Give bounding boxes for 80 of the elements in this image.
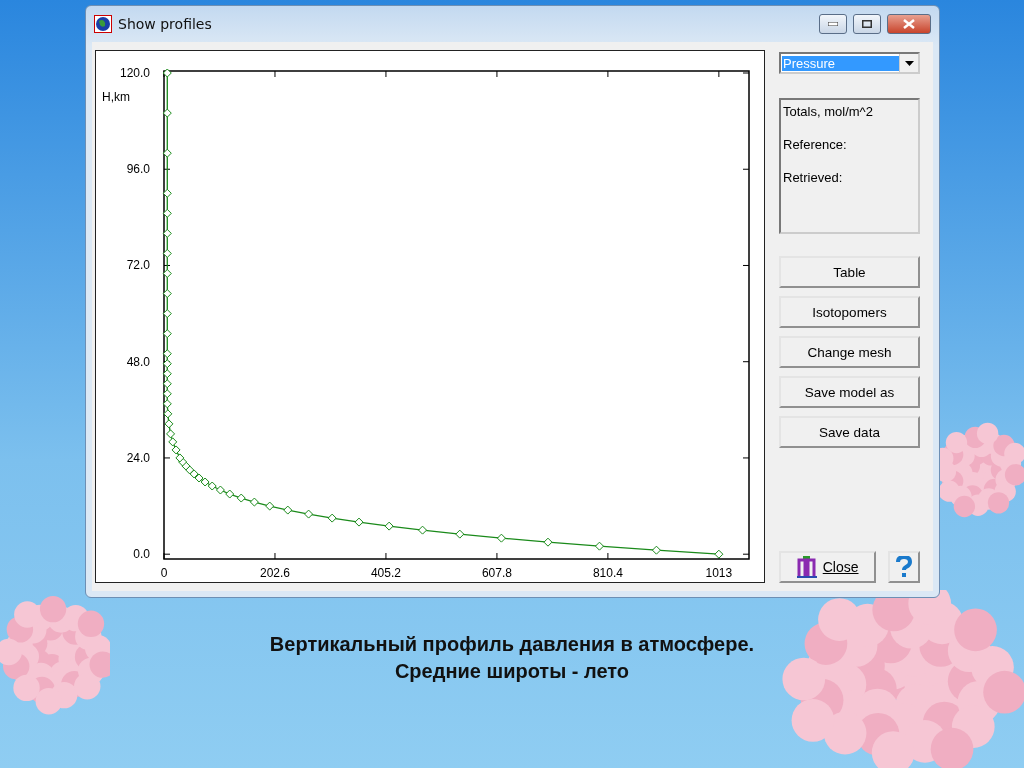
data-point-marker: [162, 269, 172, 278]
data-point-marker: [283, 505, 293, 515]
data-point-marker: [225, 489, 235, 499]
totals-line: Reference:: [783, 137, 848, 152]
help-button[interactable]: [888, 551, 920, 583]
data-point-marker: [384, 521, 394, 531]
data-point-marker: [166, 429, 176, 439]
y-axis-label: H,km: [102, 90, 130, 104]
data-point-marker: [162, 148, 172, 158]
data-point-marker: [185, 465, 195, 475]
data-point-marker: [594, 541, 604, 551]
data-point-marker: [162, 108, 172, 118]
data-point-marker: [304, 509, 314, 519]
totals-title: Totals, mol/m^2: [783, 104, 874, 119]
caption-line: Средние широты - лето: [394, 660, 630, 683]
minimize-button[interactable]: [819, 14, 847, 34]
data-point-marker: [162, 399, 172, 409]
data-point-marker: [164, 419, 174, 429]
data-point-marker: [162, 68, 172, 78]
data-point-marker: [249, 497, 259, 507]
data-point-marker: [162, 349, 172, 359]
data-point-marker: [200, 477, 210, 487]
action-button[interactable]: Isotopomers: [779, 296, 920, 328]
close-window-button[interactable]: [887, 14, 931, 34]
data-point-marker: [496, 533, 506, 543]
x-tick-label: 607.8: [481, 566, 512, 580]
data-point-marker: [327, 513, 337, 523]
data-point-marker: [162, 369, 172, 379]
data-point-marker: [207, 481, 217, 491]
maximize-icon: [862, 20, 872, 28]
data-point-marker: [175, 453, 185, 463]
data-point-marker: [455, 529, 465, 539]
action-button[interactable]: Change mesh: [779, 336, 920, 368]
y-tick-label: 96.0: [126, 162, 150, 177]
x-tick-label: 810.4: [592, 566, 623, 580]
data-point-marker: [163, 409, 173, 419]
data-point-marker: [168, 437, 178, 447]
data-point-marker: [162, 359, 172, 369]
data-point-marker: [162, 208, 172, 218]
action-button[interactable]: Save data: [779, 416, 920, 448]
x-tick-label: 405.2: [370, 566, 401, 580]
x-tick-label: 1013: [705, 566, 733, 580]
action-button[interactable]: Save model as: [779, 376, 920, 408]
action-button[interactable]: Table: [779, 256, 920, 288]
data-point-marker: [162, 309, 172, 319]
y-tick-label: 48.0: [126, 354, 150, 369]
x-tick-label: 0: [160, 566, 168, 580]
close-icon: [903, 19, 915, 29]
dropdown-arrow-icon: [904, 60, 914, 66]
data-point-marker: [162, 188, 172, 198]
totals-line: Retrieved:: [783, 170, 844, 185]
minimize-icon: [828, 22, 838, 26]
y-tick-label: 120.0: [119, 66, 150, 80]
globe-icon: [94, 15, 112, 33]
window-title: Show profiles: [118, 16, 213, 32]
x-tick-label: 202.6: [259, 566, 290, 580]
data-point-marker: [418, 525, 428, 535]
close-button[interactable]: Close: [779, 551, 877, 583]
data-point-marker: [236, 493, 246, 503]
data-point-marker: [714, 549, 724, 559]
data-point-marker: [265, 501, 275, 511]
caption-line: Вертикальный профиль давления в атмосфере.: [269, 633, 755, 656]
y-tick-label: 0.0: [133, 547, 150, 562]
y-tick-label: 24.0: [126, 450, 150, 465]
y-tick-label: 72.0: [126, 258, 150, 273]
data-point-marker: [162, 248, 172, 258]
data-point-marker: [543, 537, 553, 547]
data-point-marker: [162, 329, 172, 339]
maximize-button[interactable]: [853, 14, 881, 34]
data-point-marker: [171, 445, 181, 455]
data-point-marker: [162, 289, 172, 299]
data-point-marker: [189, 469, 199, 479]
data-point-marker: [354, 517, 364, 527]
close-icon: [796, 556, 817, 578]
data-point-marker: [162, 228, 172, 238]
data-point-marker: [162, 379, 172, 389]
data-point-marker: [215, 485, 225, 495]
data-point-marker: [162, 389, 172, 399]
data-point-marker: [651, 545, 661, 555]
help-icon: [896, 556, 913, 578]
